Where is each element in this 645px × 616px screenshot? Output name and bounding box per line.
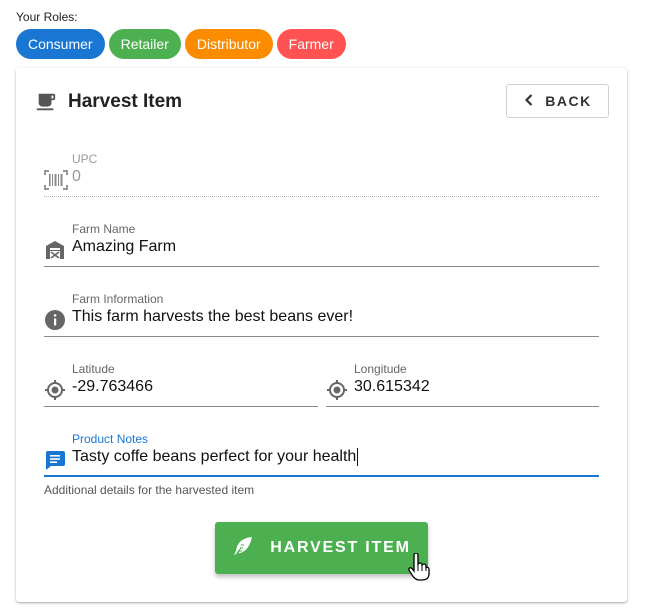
barcode-scan-icon: [44, 169, 68, 196]
back-button-label: BACK: [545, 93, 592, 109]
latitude-input[interactable]: -29.763466: [72, 378, 153, 396]
role-chip-distributor[interactable]: Distributor: [184, 29, 273, 59]
page-title: Harvest Item: [68, 91, 183, 112]
crosshairs-gps-icon: [44, 379, 66, 406]
crosshairs-gps-icon: [326, 379, 348, 406]
farm-information-label: Farm Information: [72, 292, 164, 306]
product-notes-hint: Additional details for the harvested ite…: [44, 483, 255, 497]
upc-label: UPC: [72, 152, 98, 166]
roles-chip-group: Consumer Retailer Distributor Farmer: [16, 29, 346, 59]
upc-field: UPC 0: [44, 152, 599, 198]
product-notes-input[interactable]: Tasty coffe beans perfect for your healt…: [72, 448, 359, 466]
hand-pointer-cursor-icon: [408, 552, 430, 586]
message-text-icon: [44, 449, 66, 476]
farm-information-input[interactable]: This farm harvests the best beans ever!: [72, 308, 353, 326]
product-notes-label: Product Notes: [72, 432, 149, 446]
chevron-left-icon: [523, 93, 535, 110]
harvest-item-button-label: HARVEST ITEM: [270, 539, 411, 556]
longitude-field[interactable]: Longitude 30.615342: [326, 362, 599, 408]
farm-name-label: Farm Name: [72, 222, 136, 236]
longitude-label: Longitude: [354, 362, 407, 376]
role-chip-farmer[interactable]: Farmer: [276, 29, 346, 59]
roles-label: Your Roles:: [16, 10, 78, 24]
role-chip-retailer[interactable]: Retailer: [108, 29, 181, 59]
feather-icon: [232, 535, 254, 562]
upc-input: 0: [72, 168, 81, 185]
info-icon: [44, 309, 66, 336]
latitude-label: Latitude: [72, 362, 115, 376]
latitude-field[interactable]: Latitude -29.763466: [44, 362, 318, 408]
farm-name-field[interactable]: Farm Name Amazing Farm: [44, 222, 599, 268]
product-notes-field[interactable]: Product Notes Tasty coffe beans perfect …: [44, 432, 599, 478]
back-button[interactable]: BACK: [506, 84, 609, 118]
barn-icon: [44, 239, 66, 266]
farm-information-field[interactable]: Farm Information This farm harvests the …: [44, 292, 599, 338]
role-chip-consumer[interactable]: Consumer: [16, 29, 105, 59]
farm-name-input[interactable]: Amazing Farm: [72, 238, 176, 256]
longitude-input[interactable]: 30.615342: [354, 378, 430, 396]
coffee-cup-icon: [35, 91, 57, 118]
harvest-item-button[interactable]: HARVEST ITEM: [215, 522, 428, 574]
